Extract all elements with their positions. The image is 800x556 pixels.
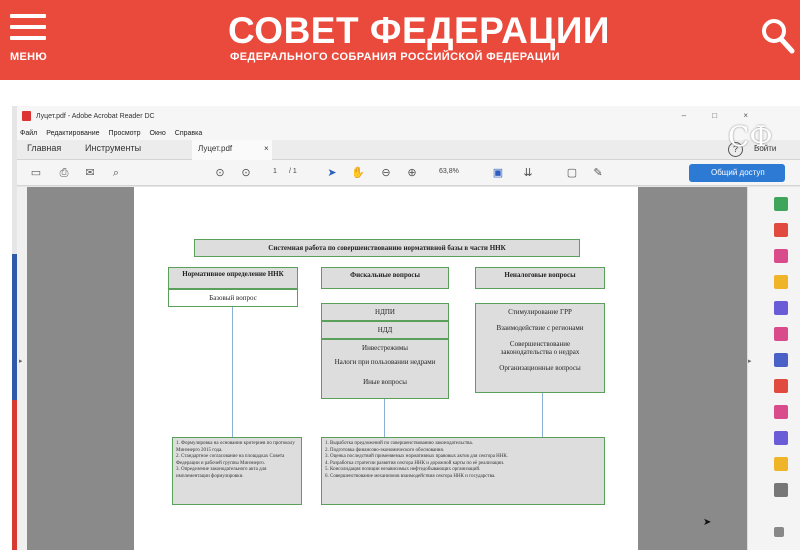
col3-group: Стимулирование ГРР Взаимодействие с реги… — [475, 303, 605, 393]
menu-edit[interactable]: Редактирование — [46, 130, 99, 137]
col3-item-1: Стимулирование ГРР — [508, 308, 572, 316]
more-tools-icon[interactable] — [774, 483, 788, 497]
right-panel-handle[interactable]: ▸ — [747, 187, 755, 550]
save-icon[interactable]: ▭ — [29, 166, 43, 180]
search-icon — [762, 19, 795, 54]
chevron-right-icon: ▸ — [748, 358, 752, 365]
comment-tool-icon[interactable] — [774, 275, 788, 289]
acrobat-window: Луцет.pdf - Adobe Acrobat Reader DC – □ … — [12, 106, 800, 550]
export-pdf-icon[interactable] — [774, 197, 788, 211]
col2-item-5: Иные вопросы — [363, 378, 407, 386]
menu-view[interactable]: Просмотр — [109, 130, 141, 137]
fill-sign-icon[interactable] — [774, 327, 788, 341]
diagram-title: Системная работа по совершенствованию но… — [194, 239, 580, 257]
comment-icon[interactable]: ▢ — [565, 166, 579, 180]
col2-item-1: НДПИ — [321, 303, 449, 321]
col2-group: Инвестрежимы Налоги при пользовании недр… — [321, 339, 449, 399]
doc-tab-label: Луцет.pdf — [198, 144, 233, 153]
edit-pdf-icon[interactable] — [774, 249, 788, 263]
tab-document[interactable]: Луцет.pdf × — [192, 140, 272, 160]
search-icon[interactable]: ⌕ — [109, 166, 123, 180]
close-icon[interactable]: × — [264, 144, 269, 153]
collapse-panel-icon[interactable] — [774, 527, 784, 537]
chevron-right-icon: ▸ — [19, 358, 23, 365]
notes-block-2: 1. Выработка предложений по совершенство… — [321, 437, 605, 505]
redact-icon[interactable] — [774, 405, 788, 419]
menu-label: МЕНЮ — [10, 51, 47, 63]
site-title[interactable]: СОВЕТ ФЕДЕРАЦИИ — [228, 10, 610, 52]
pdf-icon — [22, 111, 31, 121]
menu-icon — [10, 14, 46, 18]
note-1-2: 2. Стандартное согласование на площадках… — [176, 454, 285, 466]
col2-item-3: Инвестрежимы — [362, 344, 408, 352]
tab-tools[interactable]: Инструменты — [85, 143, 141, 153]
create-pdf-icon[interactable] — [774, 223, 788, 237]
print-icon[interactable]: ⎙ — [57, 166, 71, 180]
connector — [384, 399, 385, 437]
stamp-icon[interactable] — [774, 457, 788, 471]
window-titlebar: Луцет.pdf - Adobe Acrobat Reader DC – □ … — [17, 106, 800, 126]
scroll-mode-icon[interactable]: ⇊ — [521, 166, 535, 180]
page-total: / 1 — [289, 168, 297, 175]
menu-button[interactable]: МЕНЮ — [10, 14, 50, 64]
mouse-cursor-icon: ➤ — [703, 517, 712, 528]
notes-block-1: 1. Формулировка на основании критериев п… — [172, 437, 302, 505]
col3-header: Неналоговые вопросы — [475, 267, 605, 289]
connector — [542, 393, 543, 437]
flag-stripe — [12, 254, 17, 550]
combine-files-icon[interactable] — [774, 301, 788, 315]
note-2-6: 6. Совершенствование механизмов взаимоде… — [325, 473, 496, 479]
send-for-signature-icon[interactable] — [774, 431, 788, 445]
col3-item-2: Взаимодействие с регионами — [496, 324, 584, 332]
connector — [232, 307, 233, 437]
next-page-icon[interactable]: ⊙ — [239, 166, 253, 180]
tab-bar: Главная Инструменты Луцет.pdf × ? Войти — [17, 140, 800, 160]
col2-item-4: Налоги при пользовании недрами — [334, 358, 436, 366]
protect-icon[interactable] — [774, 353, 788, 367]
zoom-in-icon[interactable]: ⊕ — [405, 166, 419, 180]
document-area: Системная работа по совершенствованию но… — [27, 187, 747, 550]
col1-item: Базовый вопрос — [168, 289, 298, 307]
col1-header: Нормативное определение ННК — [168, 267, 298, 289]
email-icon[interactable]: ✉ — [83, 166, 97, 180]
col3-item-4: Организационные вопросы — [499, 364, 581, 372]
zoom-level[interactable]: 63,8% — [439, 168, 459, 175]
page-current[interactable]: 1 — [273, 168, 277, 175]
sign-icon[interactable]: ✎ — [591, 166, 605, 180]
search-button[interactable] — [760, 16, 796, 56]
col2-header: Фискальные вопросы — [321, 267, 449, 289]
left-panel-handle[interactable]: ▸ — [17, 187, 27, 550]
menu-help[interactable]: Справка — [175, 130, 202, 137]
site-header: МЕНЮ СОВЕТ ФЕДЕРАЦИИ ФЕДЕРАЛЬНОГО СОБРАН… — [0, 0, 800, 80]
prev-page-icon[interactable]: ⊙ — [213, 166, 227, 180]
optimize-pdf-icon[interactable] — [774, 379, 788, 393]
note-1-3: 3. Определение законодательного акта для… — [176, 467, 267, 479]
note-1-1: 1. Формулировка на основании критериев п… — [176, 441, 295, 453]
pdf-page: Системная работа по совершенствованию но… — [134, 187, 638, 550]
col3-item-3: Совершенствование законодательства о нед… — [500, 340, 580, 356]
share-button[interactable]: Общий доступ — [689, 164, 785, 182]
window-controls[interactable]: – □ × — [682, 111, 760, 120]
menu-bar: Файл Редактирование Просмотр Окно Справк… — [17, 126, 800, 140]
col2-item-2: НДД — [321, 321, 449, 339]
fit-page-icon[interactable]: ▣ — [491, 166, 505, 180]
select-cursor-icon[interactable]: ➤ — [325, 166, 339, 180]
acrobat-toolbar: ▭ ⎙ ✉ ⌕ ⊙ ⊙ 1 / 1 ➤ ✋ ⊖ ⊕ 63,8% ▣ ⇊ ▢ ✎ … — [17, 160, 800, 186]
menu-file[interactable]: Файл — [20, 130, 37, 137]
zoom-out-icon[interactable]: ⊖ — [379, 166, 393, 180]
menu-window[interactable]: Окно — [150, 130, 166, 137]
tab-home[interactable]: Главная — [27, 143, 61, 153]
site-subtitle: ФЕДЕРАЛЬНОГО СОБРАНИЯ РОССИЙСКОЙ ФЕДЕРАЦ… — [230, 51, 560, 63]
window-title: Луцет.pdf - Adobe Acrobat Reader DC — [36, 112, 155, 120]
hand-tool-icon[interactable]: ✋ — [351, 166, 365, 180]
